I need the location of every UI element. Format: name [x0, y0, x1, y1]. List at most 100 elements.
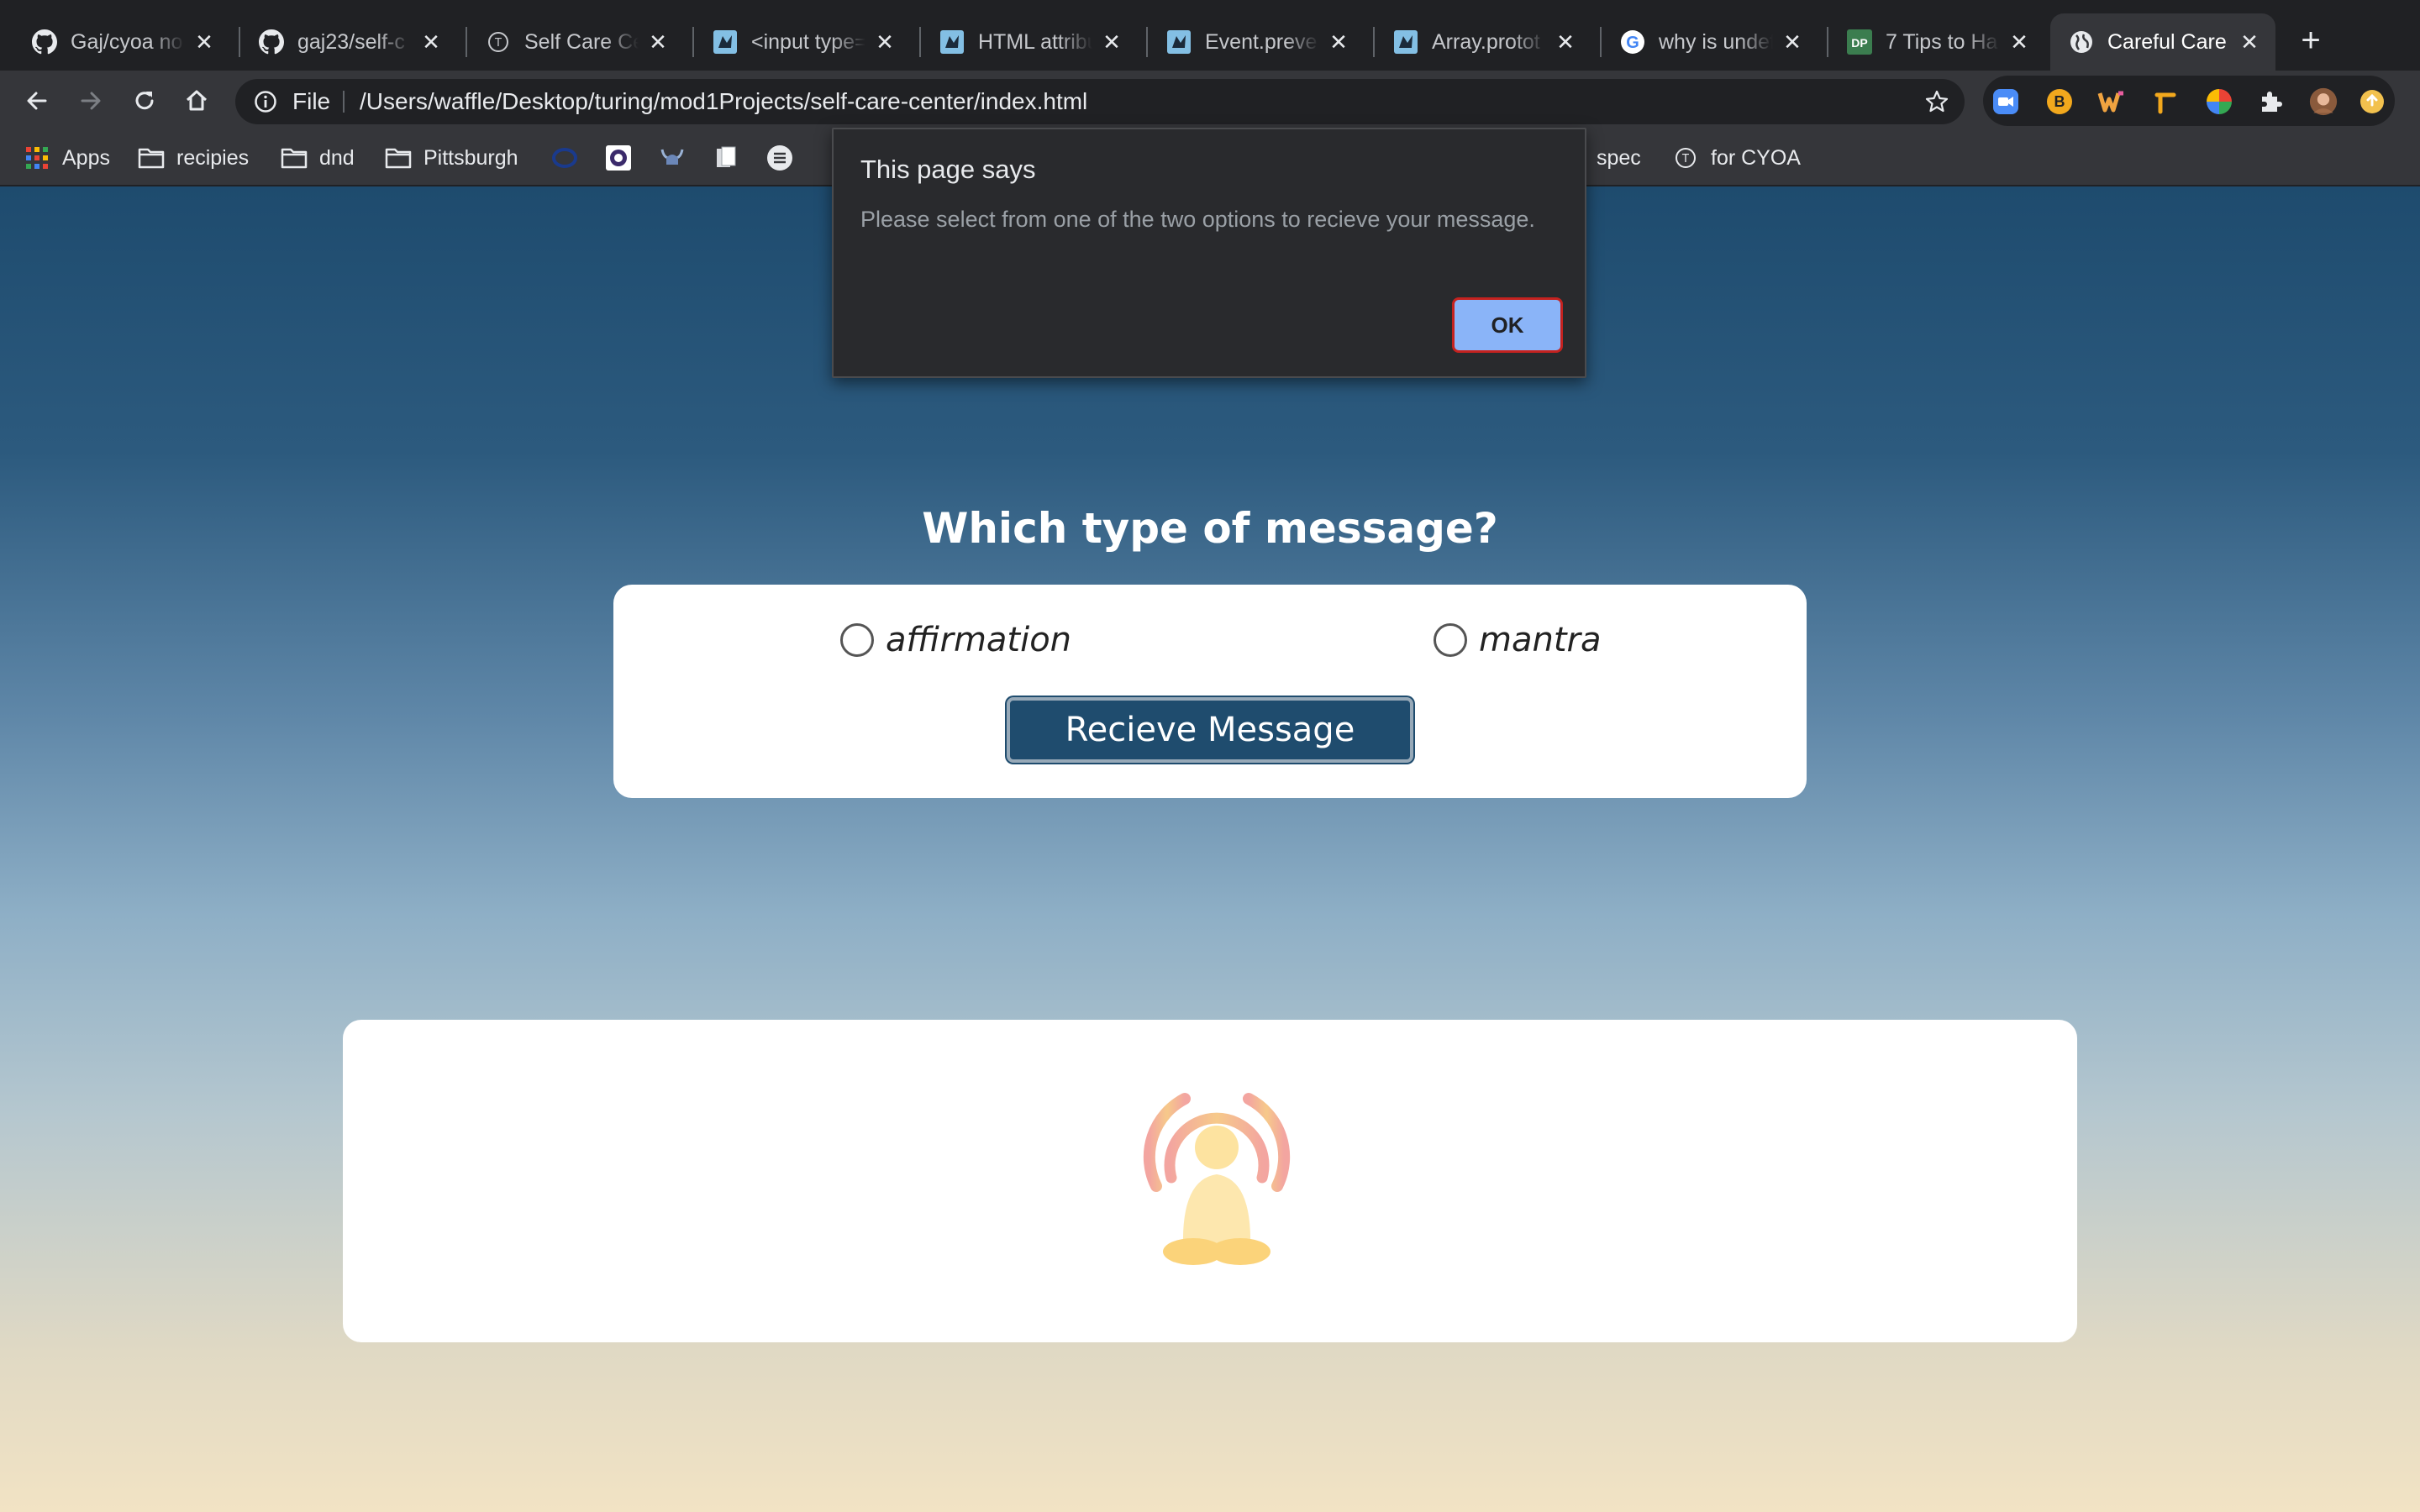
info-icon[interactable] — [254, 90, 277, 113]
tab-strip: Gaj/cyoa no ✕ gaj23/self-c ✕ T Self Care… — [0, 0, 2420, 71]
github-icon — [32, 29, 57, 55]
arrow-right-icon — [81, 92, 101, 110]
message-choice-form: affirmation mantra Recieve Message — [613, 585, 1807, 798]
forward-button[interactable] — [72, 82, 109, 119]
tab-title: Event.preve — [1205, 29, 1318, 54]
mantra-radio[interactable] — [1434, 623, 1467, 657]
bookmark-for-cyoa[interactable]: T for CYOA — [1672, 131, 1801, 185]
extensions-area: B — [1983, 76, 2395, 126]
dp-icon: DP — [1847, 29, 1872, 55]
bookmark-viking-site[interactable] — [659, 131, 697, 185]
browser-toolbar: File /Users/waffle/Desktop/turing/mod1Pr… — [0, 71, 2420, 131]
new-tab-button[interactable]: + — [2292, 22, 2329, 59]
affirmation-option[interactable]: affirmation — [840, 618, 1071, 662]
update-badge-icon[interactable] — [2358, 87, 2386, 116]
close-tab-icon[interactable]: ✕ — [647, 29, 669, 55]
b-extension-icon[interactable]: B — [2045, 87, 2074, 116]
dialog-ok-button[interactable]: OK — [1452, 297, 1563, 353]
bookmark-star-icon[interactable] — [1924, 89, 1949, 114]
receive-message-button[interactable]: Recieve Message — [1007, 697, 1413, 763]
tab-self-care-center[interactable]: T Self Care Ce ✕ — [467, 13, 684, 71]
affirmation-radio[interactable] — [840, 623, 874, 657]
close-tab-icon[interactable]: ✕ — [420, 29, 442, 55]
mdn-icon — [1166, 29, 1192, 55]
close-tab-icon[interactable]: ✕ — [1781, 29, 1803, 55]
tab-title: Careful Care — [2107, 29, 2227, 54]
close-tab-icon[interactable]: ✕ — [1328, 29, 1349, 55]
tab-title: Self Care Ce — [524, 29, 639, 54]
zoom-extension-icon[interactable] — [1991, 87, 2020, 116]
mantra-option[interactable]: mantra — [1434, 618, 1601, 662]
arrow-left-icon — [27, 92, 47, 110]
home-button[interactable] — [178, 82, 215, 119]
message-display-card — [343, 1020, 2077, 1342]
close-tab-icon[interactable]: ✕ — [1555, 29, 1576, 55]
svg-text:T: T — [494, 37, 502, 50]
svg-text:T: T — [1681, 153, 1689, 165]
message-type-question: Which type of message? — [922, 504, 1498, 553]
affirmation-label: affirmation — [886, 621, 1072, 659]
back-button[interactable] — [18, 82, 55, 119]
close-tab-icon[interactable]: ✕ — [2008, 29, 2030, 55]
tab-title: why is undef — [1659, 29, 1773, 54]
address-bar[interactable]: File /Users/waffle/Desktop/turing/mod1Pr… — [235, 79, 1965, 124]
folder-icon — [138, 144, 165, 171]
tab-title: Gaj/cyoa no — [71, 29, 183, 54]
color-wheel-extension-icon[interactable] — [2205, 87, 2233, 116]
svg-text:DP: DP — [1851, 36, 1867, 50]
tab-gaj23-self-care[interactable]: gaj23/self-c ✕ — [240, 13, 457, 71]
tab-title: 7 Tips to Ha — [1886, 29, 1998, 54]
page-viewport: Which type of message? affirmation mantr… — [0, 186, 2420, 1512]
tab-event-prevent[interactable]: Event.preve ✕ — [1148, 13, 1365, 71]
bookmark-label: Apps — [62, 145, 110, 170]
bookmark-ring-site[interactable] — [551, 131, 590, 185]
bookmark-shield-site[interactable] — [605, 131, 644, 185]
omnibox-divider — [343, 91, 345, 113]
close-tab-icon[interactable]: ✕ — [1101, 29, 1123, 55]
bookmark-spec[interactable]: spec — [1597, 131, 1641, 185]
bookmark-docs-site[interactable] — [713, 131, 751, 185]
bookmark-apps[interactable]: Apps — [24, 131, 110, 185]
tab-html-attributes[interactable]: HTML attribu ✕ — [921, 13, 1138, 71]
reload-button[interactable] — [126, 82, 163, 119]
dialog-message: Please select from one of the two option… — [860, 207, 1535, 232]
dialog-title: This page says — [860, 155, 1036, 184]
shield-icon — [605, 144, 632, 171]
ring-icon — [551, 144, 578, 171]
tab-title: HTML attribu — [978, 29, 1092, 54]
profile-avatar[interactable] — [2309, 87, 2338, 116]
bookmark-label: Pittsburgh — [424, 145, 518, 170]
url-text[interactable]: /Users/waffle/Desktop/turing/mod1Project… — [360, 79, 1087, 124]
mantra-label: mantra — [1479, 621, 1602, 659]
w-extension-icon[interactable] — [2097, 87, 2126, 116]
tab-input-type[interactable]: <input type= ✕ — [694, 13, 911, 71]
tab-title: Array.protot — [1432, 29, 1540, 54]
bookmark-folder-dnd[interactable]: dnd — [281, 131, 355, 185]
scheme-label: File — [292, 88, 331, 114]
folder-icon — [281, 144, 308, 171]
tab-title: gaj23/self-c — [297, 29, 405, 54]
bookmark-label: dnd — [319, 145, 355, 170]
folder-icon — [385, 144, 412, 171]
close-tab-icon[interactable]: ✕ — [193, 29, 215, 55]
puzzle-extensions-icon[interactable] — [2257, 87, 2286, 116]
document-icon — [713, 144, 739, 171]
bookmark-list-site[interactable] — [766, 131, 805, 185]
close-tab-icon[interactable]: ✕ — [2238, 29, 2260, 55]
close-tab-icon[interactable]: ✕ — [874, 29, 896, 55]
google-icon: G — [1620, 29, 1645, 55]
tab-careful-care[interactable]: Careful Care ✕ — [2050, 13, 2275, 71]
tab-why-undefined[interactable]: G why is undef ✕ — [1602, 13, 1818, 71]
tab-title: <input type= — [751, 29, 865, 54]
mdn-icon — [713, 29, 738, 55]
bookmark-folder-recipies[interactable]: recipies — [138, 131, 249, 185]
bookmark-folder-pittsburgh[interactable]: Pittsburgh — [385, 131, 518, 185]
tab-gaj-cyoa[interactable]: Gaj/cyoa no ✕ — [13, 13, 230, 71]
tab-7-tips[interactable]: DP 7 Tips to Ha ✕ — [1828, 13, 2045, 71]
turing-icon: T — [486, 29, 511, 55]
bookmark-label: spec — [1597, 145, 1641, 170]
tab-array-prototype[interactable]: Array.protot ✕ — [1375, 13, 1591, 71]
pin-extension-icon[interactable] — [2151, 87, 2180, 116]
svg-text:B: B — [2054, 93, 2065, 110]
meditation-icon — [1143, 1093, 1291, 1265]
